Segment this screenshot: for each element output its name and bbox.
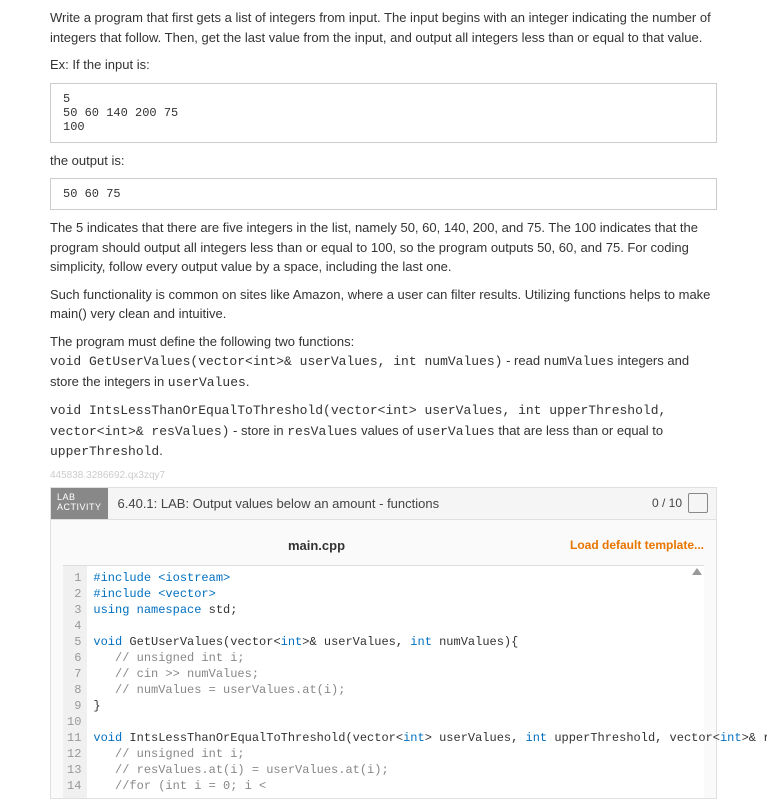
intro-paragraph: Write a program that first gets a list o… [50, 8, 717, 47]
line-number: 1 [67, 570, 81, 586]
problem-page: Write a program that first gets a list o… [0, 8, 767, 799]
editor-code-area[interactable]: #include <iostream>#include <vector>usin… [87, 566, 767, 798]
lab-activity-panel: LAB ACTIVITY 6.40.1: LAB: Output values … [50, 487, 717, 799]
line-number: 8 [67, 682, 81, 698]
code-line[interactable]: //for (int i = 0; i < [93, 778, 767, 794]
score-expand-box[interactable] [688, 493, 708, 513]
input-example-box: 5 50 60 140 200 75 100 [50, 83, 717, 143]
code-line[interactable] [93, 618, 767, 634]
code-editor[interactable]: 1234567891011121314 #include <iostream>#… [63, 565, 704, 798]
line-number: 9 [67, 698, 81, 714]
editor-gutter: 1234567891011121314 [63, 566, 87, 798]
function-requirement-lead: The program must define the following tw… [50, 332, 717, 393]
signature-1: void GetUserValues(vector<int>& userValu… [50, 354, 502, 369]
line-number: 5 [67, 634, 81, 650]
code-line[interactable]: #include <iostream> [93, 570, 767, 586]
code-line[interactable]: using namespace std; [93, 602, 767, 618]
output-label: the output is: [50, 151, 717, 171]
line-number: 11 [67, 730, 81, 746]
lab-body: main.cpp Load default template... 123456… [51, 520, 716, 798]
lab-header: LAB ACTIVITY 6.40.1: LAB: Output values … [51, 488, 716, 520]
explain-paragraph-1: The 5 indicates that there are five inte… [50, 218, 717, 277]
line-number: 2 [67, 586, 81, 602]
line-number: 14 [67, 778, 81, 794]
code-line[interactable]: // unsigned int i; [93, 746, 767, 762]
code-line[interactable]: // cin >> numValues; [93, 666, 767, 682]
file-name: main.cpp [63, 538, 570, 553]
file-row: main.cpp Load default template... [63, 530, 704, 565]
code-line[interactable] [93, 714, 767, 730]
line-number: 13 [67, 762, 81, 778]
function-requirement-2: void IntsLessThanOrEqualToThreshold(vect… [50, 400, 717, 462]
code-line[interactable]: } [93, 698, 767, 714]
lab-score: 0 / 10 [644, 488, 716, 519]
line-number: 12 [67, 746, 81, 762]
load-default-template-link[interactable]: Load default template... [570, 538, 704, 552]
code-line[interactable]: #include <vector> [93, 586, 767, 602]
lab-title: 6.40.1: LAB: Output values below an amou… [108, 488, 644, 519]
scroll-up-arrow-icon[interactable] [692, 568, 702, 575]
lab-tag: LAB ACTIVITY [51, 488, 108, 519]
explain-paragraph-2: Such functionality is common on sites li… [50, 285, 717, 324]
code-line[interactable]: // resValues.at(i) = userValues.at(i); [93, 762, 767, 778]
question-id: 445838.3286692.qx3zqy7 [50, 470, 717, 481]
code-line[interactable]: // numValues = userValues.at(i); [93, 682, 767, 698]
example-label: Ex: If the input is: [50, 55, 717, 75]
line-number: 7 [67, 666, 81, 682]
line-number: 3 [67, 602, 81, 618]
code-line[interactable]: void IntsLessThanOrEqualToThreshold(vect… [93, 730, 767, 746]
code-line[interactable]: void GetUserValues(vector<int>& userValu… [93, 634, 767, 650]
output-example-box: 50 60 75 [50, 178, 717, 210]
line-number: 4 [67, 618, 81, 634]
line-number: 6 [67, 650, 81, 666]
line-number: 10 [67, 714, 81, 730]
code-line[interactable]: // unsigned int i; [93, 650, 767, 666]
